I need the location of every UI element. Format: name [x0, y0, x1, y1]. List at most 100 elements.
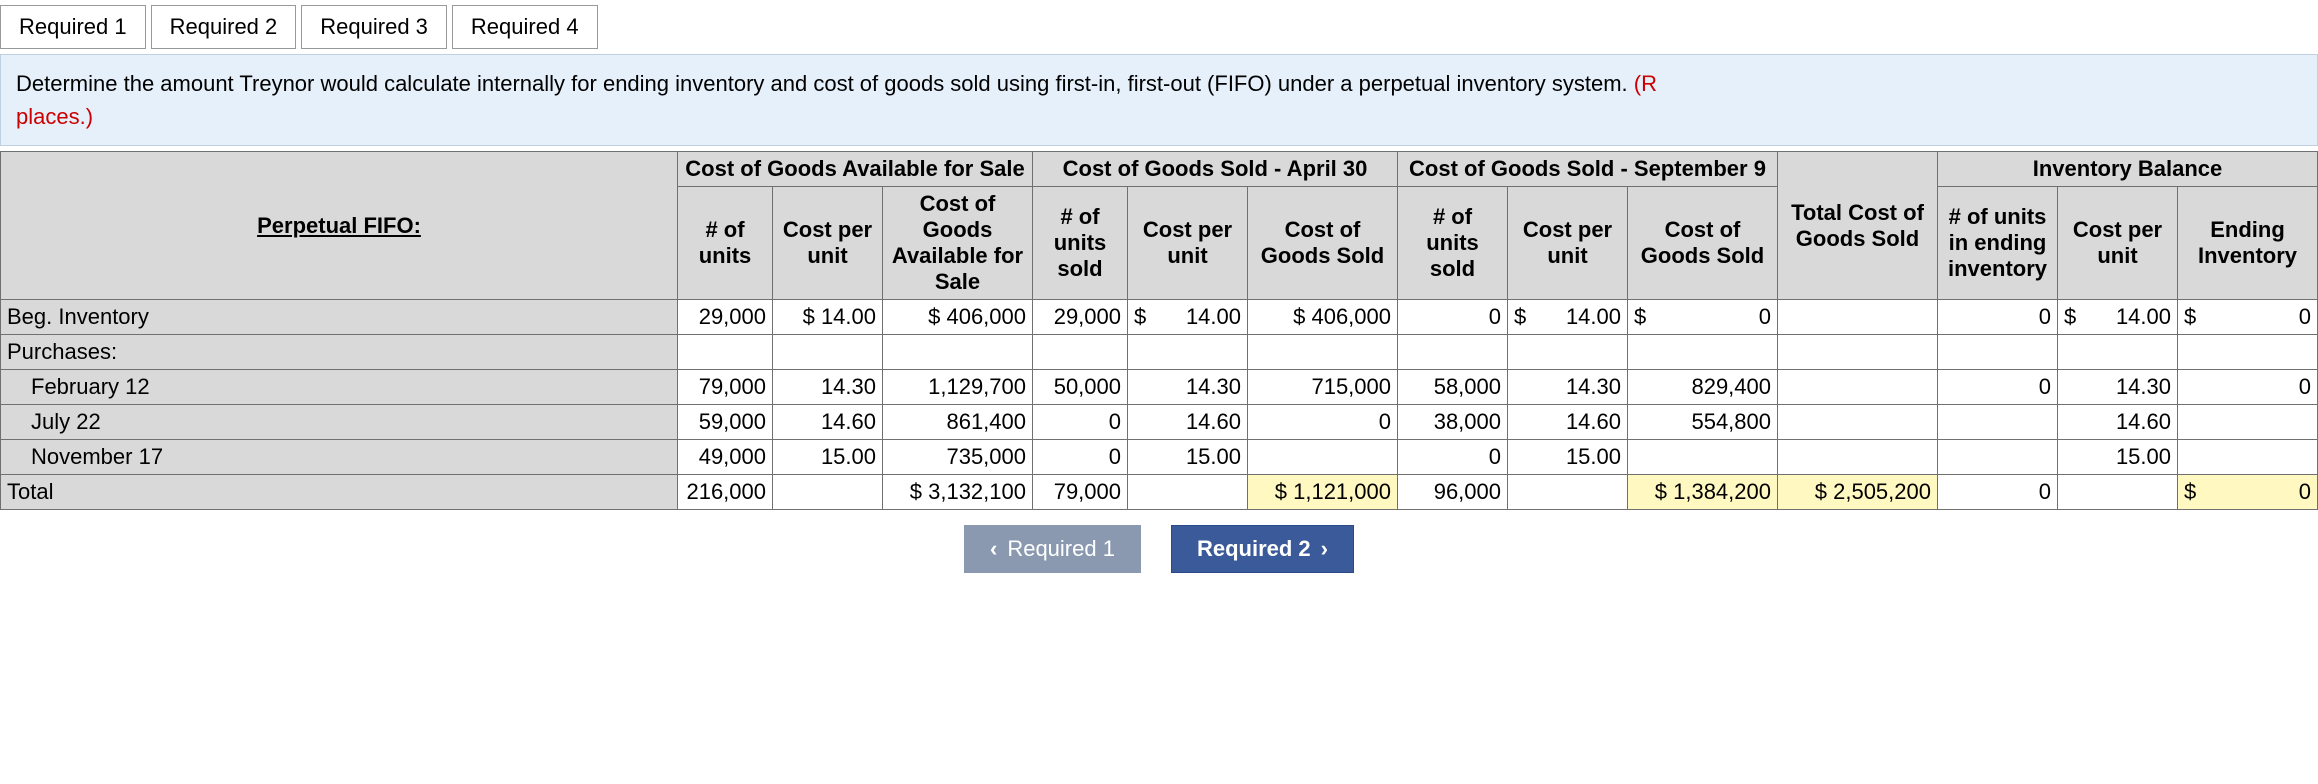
inv-units-input[interactable]: 0	[1938, 300, 2058, 335]
cogs1-units-input[interactable]: 79,000	[1033, 475, 1128, 510]
col-inv-total: Ending Inventory	[2178, 187, 2318, 300]
avail-cpu-input[interactable]: $ 14.00	[773, 300, 883, 335]
avail-cpu-input[interactable]	[773, 475, 883, 510]
avail-units-input[interactable]: 29,000	[678, 300, 773, 335]
row-label: November 17	[1, 440, 678, 475]
avail-units-input[interactable]: 216,000	[678, 475, 773, 510]
col-avail-units: # of units	[678, 187, 773, 300]
prev-button: ‹ Required 1	[964, 525, 1141, 573]
tab-required-3[interactable]: Required 3	[301, 5, 447, 49]
avail-total: 1,129,700	[883, 370, 1033, 405]
cogs1-total: $ 406,000	[1248, 300, 1398, 335]
cogs2-units-input[interactable]: 0	[1398, 440, 1508, 475]
total-cogs	[1778, 370, 1938, 405]
avail-units-input[interactable]: 49,000	[678, 440, 773, 475]
col-cogs1-cpu: Cost per unit	[1128, 187, 1248, 300]
avail-cpu-input[interactable]: 14.60	[773, 405, 883, 440]
tab-required-4[interactable]: Required 4	[452, 5, 598, 49]
avail-units-input[interactable]: 79,000	[678, 370, 773, 405]
cogs1-units-input[interactable]: 0	[1033, 405, 1128, 440]
cogs1-total: $ 1,121,000	[1248, 475, 1398, 510]
col-cogs2-units: # of units sold	[1398, 187, 1508, 300]
cogs1-cpu-input[interactable]: 15.00	[1128, 440, 1248, 475]
cogs1-units-input[interactable]: 29,000	[1033, 300, 1128, 335]
cogs1-units-input[interactable]	[1033, 335, 1128, 370]
total-cogs	[1778, 335, 1938, 370]
avail-cpu-input[interactable]: 14.30	[773, 370, 883, 405]
cogs2-total: $0	[1628, 300, 1778, 335]
cogs1-total: 715,000	[1248, 370, 1398, 405]
inv-total	[2178, 335, 2318, 370]
inv-cpu-input[interactable]	[2058, 475, 2178, 510]
inv-cpu-input[interactable]: 14.30	[2058, 370, 2178, 405]
cogs1-cpu-input[interactable]: $14.00	[1128, 300, 1248, 335]
instruction-text: Determine the amount Treynor would calcu…	[16, 71, 1634, 96]
cogs2-cpu-input[interactable]: 14.60	[1508, 405, 1628, 440]
tab-required-1[interactable]: Required 1	[0, 5, 146, 49]
col-avail-total: Cost of Goods Available for Sale	[883, 187, 1033, 300]
cogs2-units-input[interactable]: 96,000	[1398, 475, 1508, 510]
group-avail: Cost of Goods Available for Sale	[678, 152, 1033, 187]
inv-units-input[interactable]	[1938, 405, 2058, 440]
cogs2-total: 829,400	[1628, 370, 1778, 405]
inv-total	[2178, 440, 2318, 475]
cogs2-units-input[interactable]	[1398, 335, 1508, 370]
col-inv-cpu: Cost per unit	[2058, 187, 2178, 300]
total-cogs	[1778, 300, 1938, 335]
cogs1-cpu-input[interactable]: 14.30	[1128, 370, 1248, 405]
group-inventory-balance: Inventory Balance	[1938, 152, 2318, 187]
cogs1-cpu-input[interactable]	[1128, 475, 1248, 510]
cogs1-total: 0	[1248, 405, 1398, 440]
col-cogs2-cpu: Cost per unit	[1508, 187, 1628, 300]
inv-cpu-input[interactable]: $14.00	[2058, 300, 2178, 335]
method-header: Perpetual FIFO:	[1, 152, 678, 300]
cogs1-cpu-input[interactable]: 14.60	[1128, 405, 1248, 440]
cogs1-units-input[interactable]: 50,000	[1033, 370, 1128, 405]
inv-cpu-input[interactable]: 14.60	[2058, 405, 2178, 440]
cogs2-cpu-input[interactable]: 14.30	[1508, 370, 1628, 405]
cogs2-cpu-input[interactable]: 15.00	[1508, 440, 1628, 475]
cogs2-units-input[interactable]: 58,000	[1398, 370, 1508, 405]
inv-cpu-input[interactable]	[2058, 335, 2178, 370]
instruction-panel: Determine the amount Treynor would calcu…	[0, 54, 2318, 146]
avail-units-input[interactable]: 59,000	[678, 405, 773, 440]
inv-units-input[interactable]: 0	[1938, 370, 2058, 405]
avail-total	[883, 335, 1033, 370]
inv-units-input[interactable]: 0	[1938, 475, 2058, 510]
inv-units-input[interactable]	[1938, 440, 2058, 475]
cogs2-cpu-input[interactable]	[1508, 475, 1628, 510]
cogs2-units-input[interactable]: 0	[1398, 300, 1508, 335]
total-cogs	[1778, 405, 1938, 440]
nav-buttons: ‹ Required 1 Required 2 ›	[0, 525, 2318, 573]
avail-cpu-input[interactable]: 15.00	[773, 440, 883, 475]
instruction-red2: places.)	[16, 104, 93, 129]
avail-total: $ 406,000	[883, 300, 1033, 335]
avail-total: 861,400	[883, 405, 1033, 440]
next-button[interactable]: Required 2 ›	[1171, 525, 1354, 573]
col-cogs1-units: # of units sold	[1033, 187, 1128, 300]
col-total-cogs: Total Cost of Goods Sold	[1778, 152, 1938, 300]
col-inv-units: # of units in ending inventory	[1938, 187, 2058, 300]
cogs2-total: 554,800	[1628, 405, 1778, 440]
row-label: July 22	[1, 405, 678, 440]
cogs1-units-input[interactable]: 0	[1033, 440, 1128, 475]
cogs2-total	[1628, 440, 1778, 475]
avail-units-input[interactable]	[678, 335, 773, 370]
cogs2-cpu-input[interactable]	[1508, 335, 1628, 370]
group-cogs-april: Cost of Goods Sold - April 30	[1033, 152, 1398, 187]
instruction-red1: (R	[1634, 71, 1657, 96]
cogs1-cpu-input[interactable]	[1128, 335, 1248, 370]
cogs2-cpu-input[interactable]: $14.00	[1508, 300, 1628, 335]
inv-total: $0	[2178, 475, 2318, 510]
inv-units-input[interactable]	[1938, 335, 2058, 370]
fifo-table: Perpetual FIFO: Cost of Goods Available …	[0, 151, 2318, 510]
tab-bar: Required 1 Required 2 Required 3 Require…	[0, 0, 2318, 54]
total-cogs: $ 2,505,200	[1778, 475, 1938, 510]
inv-cpu-input[interactable]: 15.00	[2058, 440, 2178, 475]
cogs2-units-input[interactable]: 38,000	[1398, 405, 1508, 440]
avail-cpu-input[interactable]	[773, 335, 883, 370]
tab-required-2[interactable]: Required 2	[151, 5, 297, 49]
col-avail-cpu: Cost per unit	[773, 187, 883, 300]
cogs2-total: $ 1,384,200	[1628, 475, 1778, 510]
row-label: February 12	[1, 370, 678, 405]
